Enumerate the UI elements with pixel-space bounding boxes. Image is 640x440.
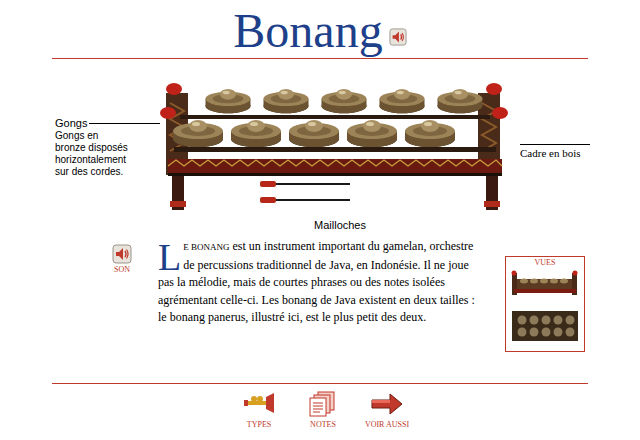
illustration-section: GongsGongs en bronze disposés horizontal…: [0, 63, 640, 232]
mallets-icon: [260, 181, 350, 203]
nav-button[interactable]: NOTES: [294, 391, 352, 430]
notes-icon: [308, 391, 338, 417]
nav-label[interactable]: VOIR AUSSI: [365, 419, 409, 430]
sound-button[interactable]: SON: [104, 238, 140, 352]
nav-button[interactable]: VOIR AUSSI: [358, 391, 416, 430]
gongs-label-title: Gongs: [55, 117, 89, 130]
title-speaker-icon[interactable]: [389, 28, 407, 46]
bonang-illustration: [160, 63, 520, 213]
mallets-label: Mailloches: [314, 219, 366, 232]
nav-label[interactable]: TYPES: [247, 419, 271, 430]
sound-label[interactable]: SON: [114, 265, 130, 275]
nav-button[interactable]: TYPES: [230, 391, 288, 430]
nav-bar: TYPES NOTES VOIR AUSSI: [0, 391, 640, 430]
gongs-label: GongsGongs en bronze disposés horizontal…: [55, 63, 160, 232]
views-title: VUES: [535, 257, 556, 269]
title-row: Bonang: [0, 0, 640, 58]
nav-label[interactable]: NOTES: [310, 419, 336, 430]
drop-cap: L: [158, 240, 181, 274]
bottom-bar: TYPES NOTES VOIR AUSSI: [0, 383, 640, 440]
arrow-icon: [370, 391, 404, 417]
frame-label-text: Cadre en bois: [520, 147, 590, 160]
trumpet-icon: [242, 391, 276, 417]
article-row: SON LE BONANG est un instrument important…: [0, 238, 640, 352]
page: Bonang GongsGongs en bronze disposés hori…: [0, 0, 640, 440]
sound-speaker-icon[interactable]: [112, 244, 132, 264]
view-side-thumbnail[interactable]: [510, 269, 580, 301]
top-rule: [52, 58, 588, 59]
article-lead: E BONANG: [183, 242, 229, 252]
frame-label: Cadre en bois: [520, 63, 590, 232]
views-box: VUES: [505, 256, 585, 352]
gongs-label-description: Gongs en bronze disposés horizontalement…: [55, 130, 131, 178]
view-top-thumbnail[interactable]: [510, 309, 580, 343]
article-text: LE BONANG est un instrument important du…: [158, 238, 476, 352]
title: Bonang: [233, 4, 382, 58]
bottom-rule: [52, 383, 588, 384]
